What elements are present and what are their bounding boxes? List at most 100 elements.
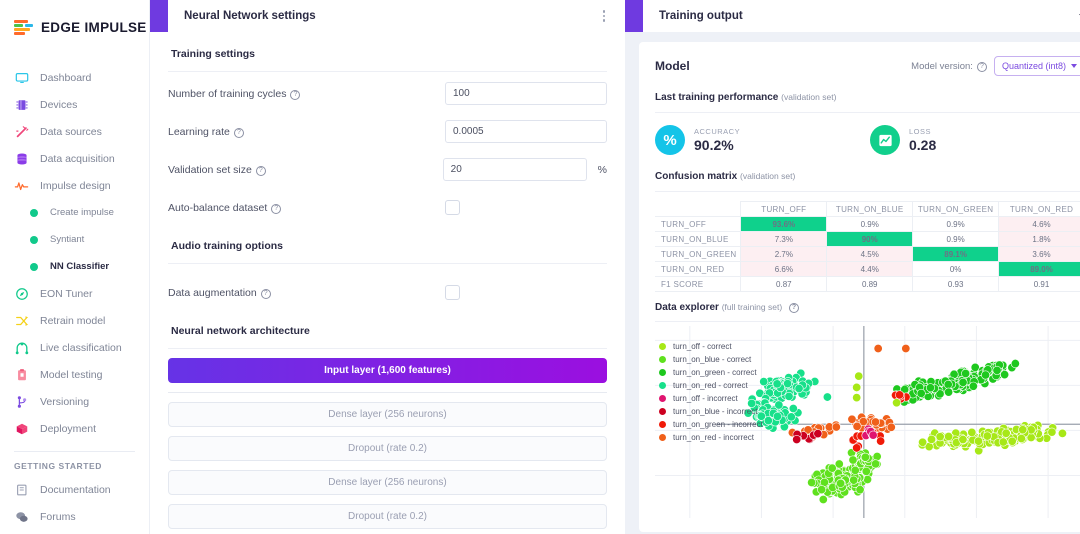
legend-dot-icon (659, 343, 666, 350)
sidebar-nav: Dashboard Devices Data sources Data acqu… (0, 64, 149, 530)
auto-balance-checkbox[interactable] (445, 200, 460, 215)
nn-settings-header: Neural Network settings (150, 0, 625, 32)
percent-icon: % (655, 125, 685, 155)
training-output-body: Model Model version:? Quantized (int8) L… (625, 32, 1080, 534)
chart-line-icon (870, 125, 900, 155)
metric-accuracy: % ACCURACY 90.2% (655, 125, 870, 155)
help-icon[interactable]: ? (233, 127, 244, 138)
matrix-corner (655, 201, 741, 217)
brand-logo[interactable]: EDGE IMPULSE (0, 14, 149, 40)
sidebar-label: Impulse design (40, 179, 111, 192)
legend-label: turn_on_red - incorrect (673, 433, 754, 442)
chevron-down-icon (1071, 64, 1077, 68)
sidebar-item-data-acquisition[interactable]: Data acquisition (0, 145, 149, 172)
chip-icon (14, 97, 29, 112)
matrix-cell: 0.93 (912, 276, 1000, 292)
legend-item[interactable]: turn_off - incorrect (659, 392, 763, 405)
matrix-cell: 90% (826, 231, 914, 247)
legend-label: turn_on_blue - incorrect (673, 407, 758, 416)
help-icon[interactable]: ? (260, 288, 271, 299)
training-cycles-input[interactable] (445, 82, 607, 105)
confusion-matrix-title: Confusion matrix (validation set) (655, 171, 1080, 192)
layer-dense-2[interactable]: Dense layer (256 neurons) (168, 470, 607, 495)
legend-item[interactable]: turn_on_green - incorrect (659, 418, 763, 431)
field-label: Learning rate (168, 125, 230, 138)
sidebar-item-deployment[interactable]: Deployment (0, 415, 149, 442)
legend-label: turn_on_red - correct (673, 381, 748, 390)
matrix-row-header: TURN_ON_BLUE (655, 231, 742, 247)
field-label: Validation set size (168, 163, 252, 176)
more-options-icon[interactable] (597, 9, 611, 23)
matrix-cell: 93.6% (740, 216, 828, 232)
table-row: TURN_ON_GREEN 2.7% 4.5% 89.1% 3.6% (655, 246, 1080, 262)
matrix-cell: 1.8% (998, 231, 1080, 247)
matrix-row-header: TURN_OFF (655, 216, 742, 232)
sidebar-item-live-classification[interactable]: Live classification (0, 334, 149, 361)
database-icon (14, 151, 29, 166)
clipboard-icon (14, 367, 29, 382)
layer-dropout-1[interactable]: Dropout (rate 0.2) (168, 436, 607, 461)
data-explorer-plot[interactable]: turn_off - correct turn_on_blue - correct… (655, 326, 1080, 519)
legend-item[interactable]: turn_on_green - correct (659, 366, 763, 379)
sidebar-item-dashboard[interactable]: Dashboard (0, 64, 149, 91)
learning-rate-input[interactable] (445, 120, 607, 143)
sidebar-item-retrain-model[interactable]: Retrain model (0, 307, 149, 334)
layer-dropout-2[interactable]: Dropout (rate 0.2) (168, 504, 607, 529)
sidebar-item-data-sources[interactable]: Data sources (0, 118, 149, 145)
matrix-cell: 4.5% (826, 246, 914, 262)
sidebar-item-devices[interactable]: Devices (0, 91, 149, 118)
app-root: EDGE IMPULSE Dashboard Devices Data sour… (0, 0, 1080, 534)
sidebar-label: Live classification (40, 341, 122, 354)
legend-item[interactable]: turn_off - correct (659, 340, 763, 353)
matrix-cell: 7.3% (740, 231, 828, 247)
legend-item[interactable]: turn_on_blue - correct (659, 353, 763, 366)
sidebar-item-create-impulse[interactable]: Create impulse (0, 199, 149, 226)
metric-loss: LOSS 0.28 (870, 125, 1080, 155)
matrix-col-header: TURN_ON_GREEN (912, 201, 1000, 217)
matrix-cell: 0% (912, 261, 1000, 277)
sidebar-item-documentation[interactable]: Documentation (0, 476, 149, 503)
model-version-dropdown[interactable]: Quantized (int8) (993, 56, 1080, 76)
legend-item[interactable]: turn_on_red - correct (659, 379, 763, 392)
legend-label: turn_on_green - correct (673, 368, 757, 377)
metric-value: 90.2% (694, 137, 734, 153)
validation-set-size-input[interactable] (442, 158, 587, 181)
legend-dot-icon (659, 421, 666, 428)
sidebar-label: Data sources (40, 125, 102, 138)
sidebar-item-versioning[interactable]: Versioning (0, 388, 149, 415)
help-icon[interactable]: ? (788, 303, 799, 313)
sidebar-item-forums[interactable]: Forums (0, 503, 149, 530)
layer-input[interactable]: Input layer (1,600 features) (168, 358, 607, 383)
sidebar-label: Forums (40, 510, 76, 523)
field-training-cycles: Number of training cycles? (168, 77, 607, 110)
matrix-cell: 0.9% (912, 231, 1000, 247)
help-icon[interactable]: ? (290, 89, 301, 100)
metric-value: 0.28 (909, 137, 937, 153)
table-row: TURN_ON_BLUE 7.3% 90% 0.9% 1.8% (655, 231, 1080, 247)
legend-dot-icon (659, 369, 666, 376)
help-icon[interactable]: ? (976, 61, 987, 72)
legend-item[interactable]: turn_on_blue - incorrect (659, 405, 763, 418)
data-augmentation-checkbox[interactable] (445, 285, 460, 300)
help-icon[interactable]: ? (271, 203, 282, 214)
legend-label: turn_off - incorrect (673, 394, 738, 403)
sidebar-label: Model testing (40, 368, 103, 381)
nn-settings-panel: Neural Network settings Training setting… (150, 0, 625, 534)
sidebar-item-syntiant[interactable]: Syntiant (0, 226, 149, 253)
sidebar-item-model-testing[interactable]: Model testing (0, 361, 149, 388)
matrix-cell: 0.9% (826, 216, 914, 232)
matrix-row-header: TURN_ON_GREEN (655, 246, 742, 262)
help-icon[interactable]: ? (255, 165, 266, 176)
matrix-cell: 0.87 (740, 276, 828, 292)
pulse-icon (14, 178, 29, 193)
legend-item[interactable]: turn_on_red - incorrect (659, 431, 763, 444)
status-dot-icon (30, 208, 38, 217)
model-title: Model (655, 59, 690, 73)
matrix-cell: 89.1% (912, 246, 1000, 262)
legend-dot-icon (659, 408, 666, 415)
sidebar-item-eon-tuner[interactable]: EON Tuner (0, 280, 149, 307)
field-data-augmentation: Data augmentation? (168, 276, 607, 309)
sidebar-item-nn-classifier[interactable]: NN Classifier (0, 253, 149, 280)
layer-dense-1[interactable]: Dense layer (256 neurons) (168, 402, 607, 427)
sidebar-item-impulse-design[interactable]: Impulse design (0, 172, 149, 199)
